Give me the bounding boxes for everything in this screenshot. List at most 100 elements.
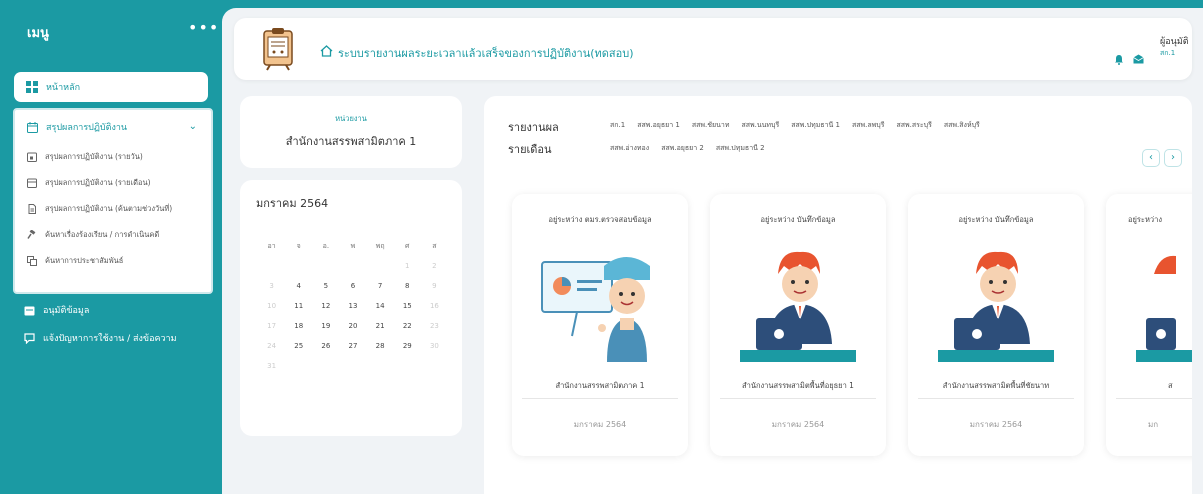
report-card[interactable]: อยู่ระหว่าง บันทึกข้อมูล สำนักงานสรรพสาม… xyxy=(710,194,886,456)
bell-icon[interactable] xyxy=(1114,54,1124,65)
calendar-day[interactable]: 6 xyxy=(339,276,366,296)
sidebar-item-label: ค้นหาการประชาสัมพันธ์ xyxy=(45,256,124,265)
report-card-status: อยู่ระหว่าง xyxy=(1128,215,1162,224)
sidebar-item-report-issue[interactable]: แจ้งปัญหาการใช้งาน / ส่งข้อความ xyxy=(24,328,177,348)
calendar-day[interactable]: 25 xyxy=(285,336,312,356)
sidebar-item-daily[interactable]: สรุปผลการปฏิบัติงาน (รายวัน) xyxy=(15,144,211,170)
calendar-day[interactable]: 1 xyxy=(394,256,421,276)
calendar-day[interactable]: 28 xyxy=(367,336,394,356)
calendar-day[interactable]: 2 xyxy=(421,256,448,276)
next-button[interactable]: › xyxy=(1164,149,1182,167)
office-tabs-row-2: สสพ.อ่างทอง สสพ.อยุธยา 2 สสพ.ปทุมธานี 2 xyxy=(610,143,765,154)
office-tab[interactable]: สสพ.สิงห์บุรี xyxy=(944,120,980,131)
sidebar-item-monthly[interactable]: สรุปผลการปฏิบัติงาน (รายเดือน) xyxy=(15,170,211,196)
calendar-weekday: ศ xyxy=(405,242,410,250)
calendar-day[interactable]: 20 xyxy=(339,316,366,336)
unit-value: สำนักงานสรรพสามิตภาค 1 xyxy=(285,135,417,148)
sidebar-item-label: ค้นหาเรื่องร้องเรียน / การดำเนินคดี xyxy=(45,230,160,239)
sidebar-item-approve[interactable]: อนุมัติข้อมูล xyxy=(24,300,89,320)
calendar-day[interactable]: 11 xyxy=(285,296,312,316)
calendar-day[interactable]: 22 xyxy=(394,316,421,336)
calendar-day[interactable]: 8 xyxy=(394,276,421,296)
calendar-day[interactable]: 16 xyxy=(421,296,448,316)
office-tab[interactable]: สสพ.อยุธยา 1 xyxy=(637,120,680,131)
sidebar-item-complaints[interactable]: ค้นหาเรื่องร้องเรียน / การดำเนินคดี xyxy=(15,222,211,248)
divider xyxy=(918,398,1074,399)
mail-icon[interactable] xyxy=(1133,54,1144,64)
report-card-month: มกราคม 2564 xyxy=(573,420,627,429)
calendar-day xyxy=(258,256,285,276)
user-role[interactable]: ผู้อนุมัติ xyxy=(1160,34,1189,48)
calendar-day[interactable]: 21 xyxy=(367,316,394,336)
report-panel: รายงานผล รายเดือน สก.1 สสพ.อยุธยา 1 สสพ.ชั… xyxy=(484,96,1192,494)
calendar-day[interactable]: 10 xyxy=(258,296,285,316)
sidebar-group-summary-header[interactable]: สรุปผลการปฏิบัติงาน ⌄ xyxy=(15,110,211,144)
sidebar-item-label: สรุปผลการปฏิบัติงาน (รายวัน) xyxy=(45,152,143,161)
sidebar-item-label: สรุปผลการปฏิบัติงาน (ค้นตามช่วงวันที่) xyxy=(45,204,173,213)
office-tab[interactable]: สสพ.สระบุรี xyxy=(896,120,931,131)
chevron-down-icon: ⌄ xyxy=(188,121,197,132)
calendar-day[interactable]: 3 xyxy=(258,276,285,296)
calendar-day[interactable]: 23 xyxy=(421,316,448,336)
report-card[interactable]: อยู่ระหว่าง บันทึกข้อมูล สำนักงานสรรพสาม… xyxy=(908,194,1084,456)
calendar-days: 1 2 3 4 5 6 7 8 9 10 11 12 13 14 15 16 17 18 19 20 21 22 23 24 2… xyxy=(258,256,448,376)
calendar-day[interactable]: 13 xyxy=(339,296,366,316)
presenter-illustration xyxy=(541,257,650,362)
sidebar-item-label: หน้าหลัก xyxy=(46,83,81,93)
message-icon xyxy=(24,332,35,344)
office-tab[interactable]: สสพ.ลพบุรี xyxy=(852,120,885,131)
laptop-worker-illustration xyxy=(1136,255,1192,362)
calendar-day[interactable]: 18 xyxy=(285,316,312,336)
copy-icon xyxy=(27,256,37,266)
report-card-org: สำนักงานสรรพสามิตภาค 1 xyxy=(555,381,645,390)
calendar-day[interactable]: 17 xyxy=(258,316,285,336)
sidebar-item-home[interactable]: หน้าหลัก xyxy=(14,72,208,102)
report-card-partial[interactable]: อยู่ระหว่าง ส มก xyxy=(1106,194,1192,456)
report-card-org: สำนักงานสรรพสามิตพื้นที่ชัยนาท xyxy=(942,381,1050,390)
dashboard-icon xyxy=(26,81,38,93)
office-tab[interactable]: สสพ.อยุธยา 2 xyxy=(661,143,704,154)
calendar-day xyxy=(367,256,394,276)
calendar-day[interactable]: 27 xyxy=(339,336,366,356)
calendar-day xyxy=(312,256,339,276)
calendar-day[interactable]: 24 xyxy=(258,336,285,356)
report-result-label: รายงานผล xyxy=(508,121,559,134)
laptop-worker-illustration xyxy=(938,251,1054,362)
document-icon xyxy=(28,204,36,214)
sidebar-item-date-range[interactable]: สรุปผลการปฏิบัติงาน (ค้นตามช่วงวันที่) xyxy=(15,196,211,222)
calendar-grid: อา จ อ. พ พฤ ศ ส xyxy=(258,236,448,256)
calendar-day[interactable]: 31 xyxy=(258,356,285,376)
unit-label: หน่วยงาน xyxy=(335,114,367,123)
office-tab[interactable]: สสพ.ชัยนาท xyxy=(692,120,730,131)
calendar-day-icon xyxy=(27,152,37,162)
calendar-day[interactable]: 19 xyxy=(312,316,339,336)
calendar-day[interactable]: 5 xyxy=(312,276,339,296)
calendar-day[interactable]: 15 xyxy=(394,296,421,316)
office-tab[interactable]: สสพ.อ่างทอง xyxy=(610,143,649,154)
office-tab[interactable]: สสพ.นนทบุรี xyxy=(741,120,779,131)
calendar-weekday: ส xyxy=(432,242,437,250)
calendar-day[interactable]: 7 xyxy=(367,276,394,296)
calendar-weekday: พฤ xyxy=(375,242,385,250)
prev-button[interactable]: ‹ xyxy=(1142,149,1160,167)
calendar-day[interactable]: 4 xyxy=(285,276,312,296)
calendar-day[interactable]: 30 xyxy=(421,336,448,356)
calendar-day[interactable]: 29 xyxy=(394,336,421,356)
divider xyxy=(522,398,678,399)
calendar-day xyxy=(285,256,312,276)
calendar-day[interactable]: 14 xyxy=(367,296,394,316)
calendar-month-icon xyxy=(27,178,37,188)
calendar-day[interactable]: 26 xyxy=(312,336,339,356)
sidebar-item-publicity[interactable]: ค้นหาการประชาสัมพันธ์ xyxy=(15,248,211,274)
home-icon[interactable] xyxy=(320,45,333,57)
calendar-weekday: อา xyxy=(267,242,276,250)
more-menu-icon[interactable]: ••• xyxy=(188,18,219,37)
office-tab[interactable]: สสพ.ปทุมธานี 2 xyxy=(716,143,765,154)
report-card[interactable]: อยู่ระหว่าง ตมร.ตรวจสอบข้อมูล สำนักงานสร… xyxy=(512,194,688,456)
calendar-day[interactable]: 9 xyxy=(421,276,448,296)
clipboard-mascot-icon xyxy=(263,28,293,71)
calendar-day[interactable]: 12 xyxy=(312,296,339,316)
office-tabs-row-1: สก.1 สสพ.อยุธยา 1 สสพ.ชัยนาท สสพ.นนทบุรี สสพ… xyxy=(610,120,980,131)
office-tab[interactable]: สสพ.ปทุมธานี 1 xyxy=(791,120,840,131)
office-tab[interactable]: สก.1 xyxy=(610,120,625,131)
